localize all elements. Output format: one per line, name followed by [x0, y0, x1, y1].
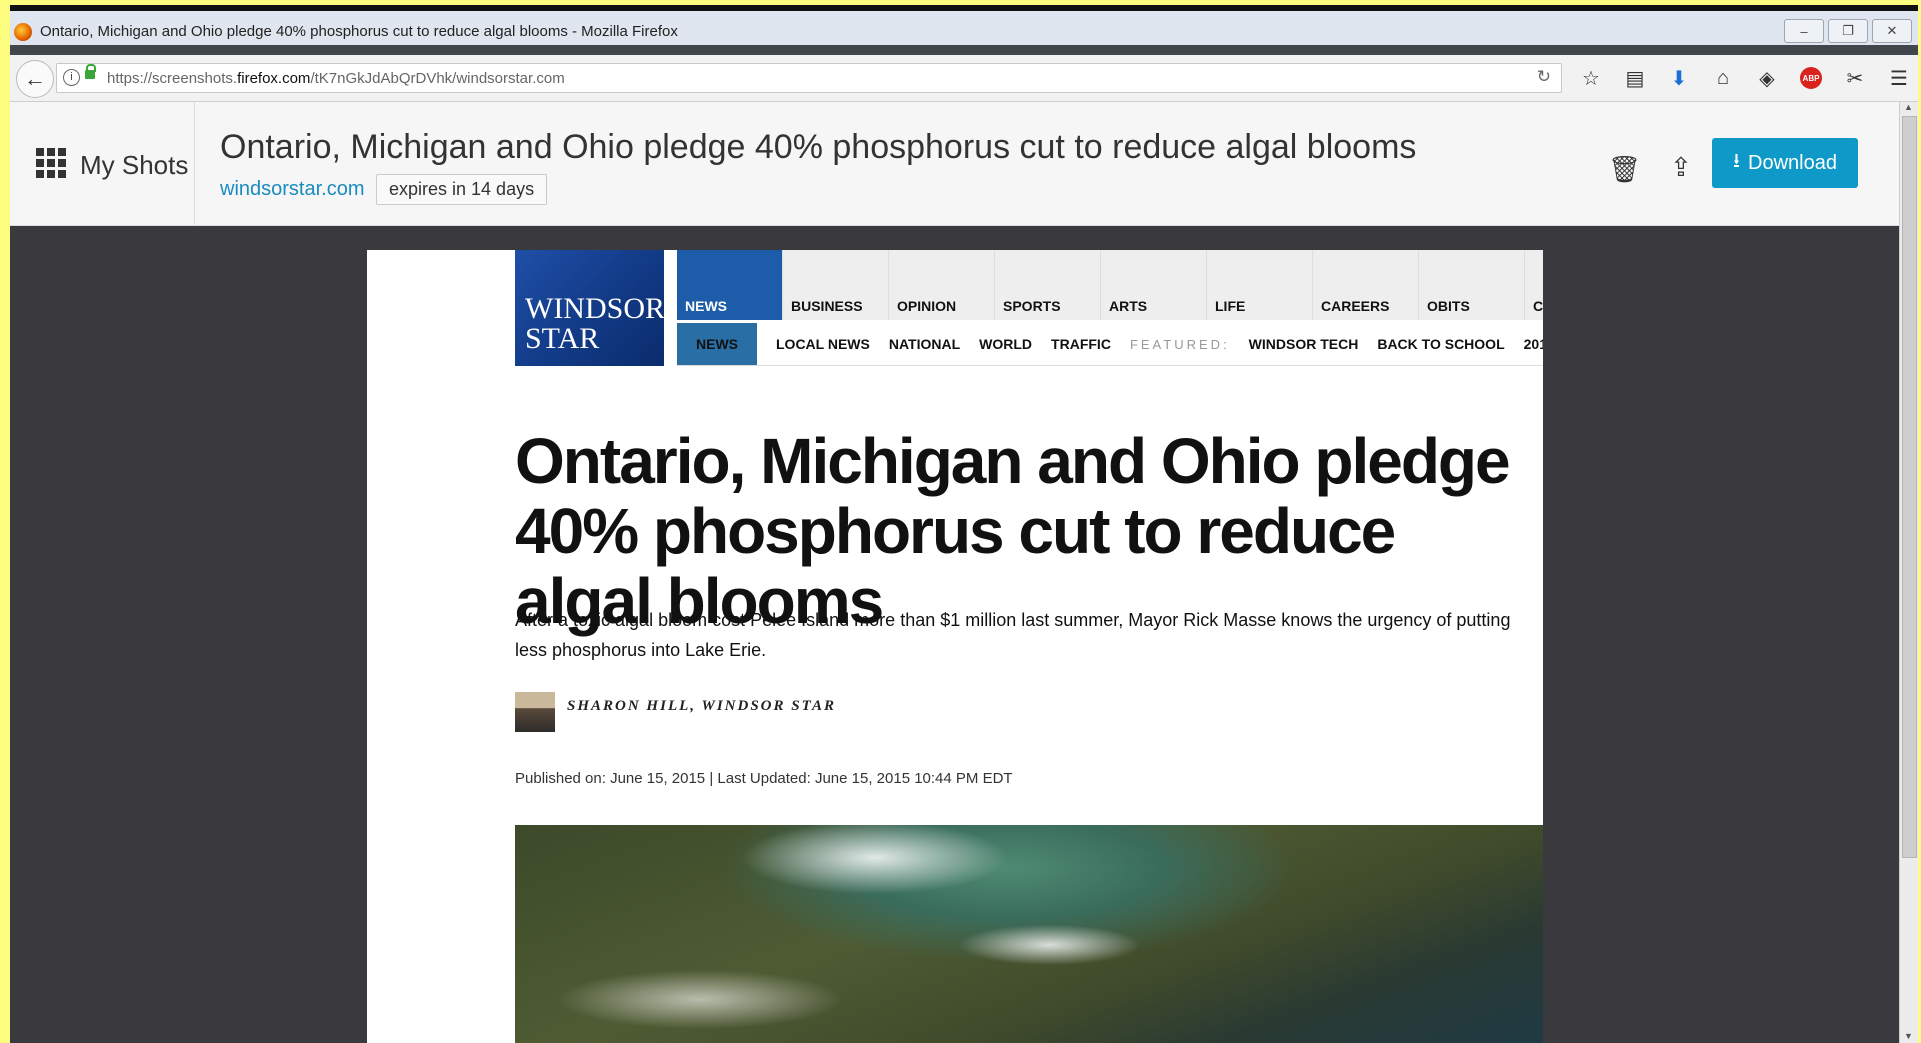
- windsor-star-logo[interactable]: WINDSOR STAR: [515, 250, 665, 366]
- author-photo: [515, 692, 555, 732]
- close-button[interactable]: ✕: [1872, 19, 1912, 43]
- nav-life[interactable]: LIFE: [1207, 250, 1313, 320]
- tab-strip: [10, 45, 1918, 55]
- scrollbar[interactable]: ▲ ▼: [1899, 102, 1918, 1043]
- grid-icon: [36, 148, 66, 178]
- trash-icon[interactable]: 🗑: [1608, 154, 1641, 185]
- subnav-local-news[interactable]: LOCAL NEWS: [776, 336, 870, 352]
- reload-icon[interactable]: ↻: [1537, 67, 1551, 87]
- back-button[interactable]: ←: [16, 60, 54, 98]
- subnav-news[interactable]: NEWS: [677, 323, 757, 365]
- window-controls: – ❐ ✕: [1784, 19, 1912, 43]
- home-icon[interactable]: ⌂: [1706, 63, 1740, 93]
- reading-list-icon[interactable]: ▤: [1618, 63, 1652, 93]
- logo-text: WINDSOR STAR: [525, 292, 665, 355]
- lock-icon: [85, 64, 96, 79]
- back-arrow-icon: ←: [24, 66, 46, 91]
- download-icon: ⭳: [1733, 150, 1741, 172]
- download-label: Download: [1748, 151, 1837, 174]
- hamburger-menu-icon[interactable]: ☰: [1882, 63, 1916, 93]
- featured-windsor-tech[interactable]: WINDSOR TECH: [1249, 336, 1359, 352]
- published-date: Published on: June 15, 2015 | Last Updat…: [515, 770, 1013, 787]
- subnav-national[interactable]: NATIONAL: [889, 336, 960, 352]
- secondary-nav: NEWS LOCAL NEWS NATIONAL WORLD TRAFFIC F…: [677, 323, 1543, 366]
- share-icon[interactable]: ⇪: [1670, 152, 1692, 183]
- nav-business[interactable]: BUSINESS: [783, 250, 889, 320]
- author-byline[interactable]: SHARON HILL, WINDSOR STAR: [567, 698, 836, 715]
- article-dek: After a toxic algal bloom cost Pelee Isl…: [515, 610, 1511, 660]
- info-icon[interactable]: i: [63, 69, 80, 86]
- scroll-up-arrow-icon[interactable]: ▲: [1904, 102, 1913, 112]
- navigation-toolbar: ← i https://screenshots.firefox.com/tK7n…: [10, 55, 1918, 102]
- shot-title: Ontario, Michigan and Ohio pledge 40% ph…: [220, 128, 1417, 166]
- nav-obits[interactable]: OBITS: [1419, 250, 1525, 320]
- source-link[interactable]: windsorstar.com: [220, 178, 365, 201]
- bookmark-star-icon[interactable]: ☆: [1574, 63, 1608, 93]
- featured-more[interactable]: 201: [1524, 336, 1543, 352]
- expires-button[interactable]: expires in 14 days: [376, 174, 548, 205]
- restore-button[interactable]: ❐: [1828, 19, 1868, 43]
- nav-opinion[interactable]: OPINION: [889, 250, 995, 320]
- featured-label: FEATURED:: [1129, 336, 1230, 352]
- subnav-world[interactable]: WORLD: [979, 336, 1032, 352]
- toolbar-icons: ☆ ▤ ⬇ ⌂ ◈ ABP ✂ ☰: [1574, 63, 1916, 93]
- satellite-photo: [515, 825, 1543, 1043]
- scrollbar-thumb[interactable]: [1902, 116, 1917, 858]
- nav-arts[interactable]: ARTS: [1101, 250, 1207, 320]
- minimize-button[interactable]: –: [1784, 19, 1824, 43]
- url-text: https://screenshots.firefox.com/tK7nGkJd…: [107, 70, 565, 87]
- primary-nav: NEWS BUSINESS OPINION SPORTS ARTS LIFE C…: [677, 250, 1543, 320]
- nav-sports[interactable]: SPORTS: [995, 250, 1101, 320]
- shot-header: My Shots Ontario, Michigan and Ohio pled…: [10, 102, 1900, 226]
- download-button[interactable]: ⭳ Download: [1712, 138, 1858, 188]
- screenshot-image: WINDSOR STAR NEWS BUSINESS OPINION SPORT…: [367, 250, 1543, 1043]
- adblock-plus-icon[interactable]: ABP: [1800, 67, 1822, 89]
- subnav-traffic[interactable]: TRAFFIC: [1051, 336, 1111, 352]
- pocket-icon[interactable]: ◈: [1750, 63, 1784, 93]
- nav-careers[interactable]: CAREERS: [1313, 250, 1419, 320]
- downloads-icon[interactable]: ⬇: [1662, 63, 1696, 93]
- screenshots-icon[interactable]: ✂: [1838, 63, 1872, 93]
- firefox-logo-icon: [14, 23, 32, 41]
- scroll-down-arrow-icon[interactable]: ▼: [1904, 1031, 1913, 1041]
- window-title: Ontario, Michigan and Ohio pledge 40% ph…: [40, 23, 678, 40]
- featured-back-to-school[interactable]: BACK TO SCHOOL: [1377, 336, 1504, 352]
- nav-news[interactable]: NEWS: [677, 250, 783, 320]
- nav-classifieds[interactable]: CL: [1525, 250, 1543, 320]
- my-shots-button[interactable]: My Shots: [10, 102, 195, 225]
- my-shots-label: My Shots: [80, 150, 189, 180]
- url-bar[interactable]: i https://screenshots.firefox.com/tK7nGk…: [56, 63, 1562, 93]
- browser-window: Ontario, Michigan and Ohio pledge 40% ph…: [10, 5, 1918, 1043]
